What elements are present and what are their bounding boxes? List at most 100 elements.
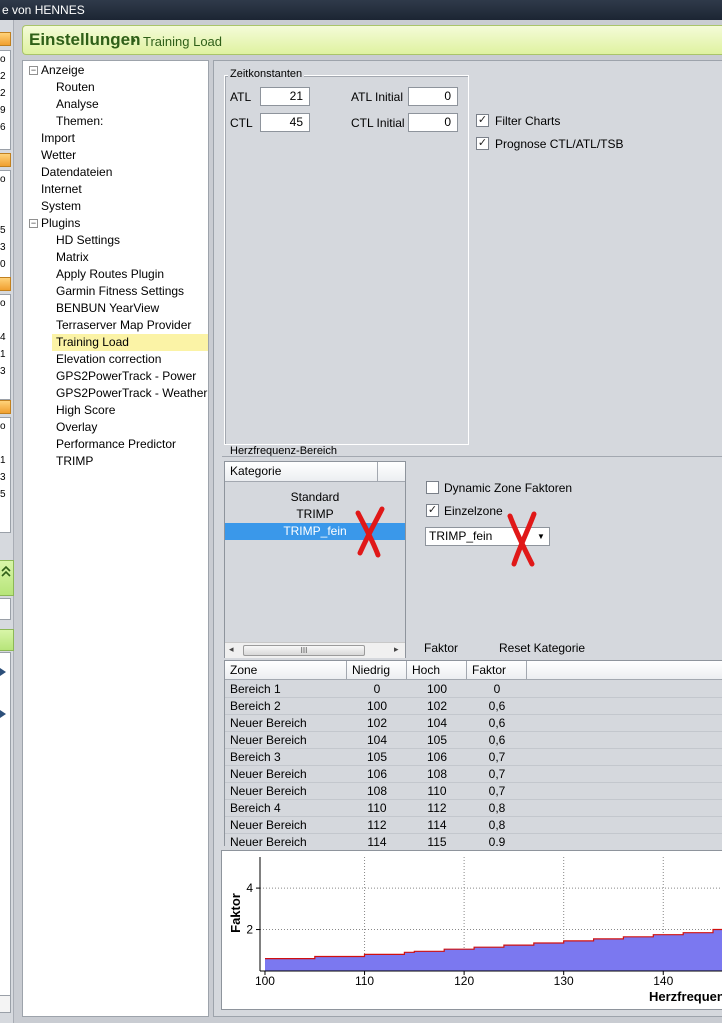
header-bullet: •: [132, 35, 136, 47]
column-header-high[interactable]: Hoch: [407, 661, 467, 680]
filter-charts-label: Filter Charts: [495, 114, 561, 128]
column-header-factor[interactable]: Faktor: [467, 661, 527, 680]
tree-item-performance-predictor[interactable]: Performance Predictor: [56, 436, 176, 453]
arrow-right-icon[interactable]: [0, 667, 8, 677]
tree-item-hd-settings[interactable]: HD Settings: [56, 232, 120, 249]
collapsed-tab[interactable]: [0, 400, 11, 414]
zone-low-cell: 106: [366, 767, 388, 781]
tree-item-matrix[interactable]: Matrix: [56, 249, 89, 266]
tree-item-gps2powertrack-weather[interactable]: GPS2PowerTrack - Weather: [56, 385, 207, 402]
tree-item-label: Analyse: [56, 97, 99, 111]
tree-item-overlay[interactable]: Overlay: [56, 419, 97, 436]
category-column-header[interactable]: Kategorie: [225, 462, 377, 482]
scroll-right-icon[interactable]: ▸: [394, 644, 399, 655]
tree-item-themen[interactable]: Themen:: [56, 113, 103, 130]
collapse-anzeige-toggle[interactable]: −: [29, 66, 38, 75]
prognose-checkbox[interactable]: ✓: [476, 137, 489, 150]
red-x-annotation: [507, 511, 537, 567]
y-axis-label: Faktor: [228, 893, 243, 933]
tree-item-analyse[interactable]: Analyse: [56, 96, 99, 113]
tree-item-training-load[interactable]: Training Load: [52, 334, 208, 351]
tree-item-label: Performance Predictor: [56, 437, 177, 451]
tree-item-label: High Score: [56, 403, 116, 417]
zone-factor-cell: 0,9: [488, 835, 506, 846]
window-title: e von HENNES: [2, 3, 85, 17]
collapse-up-button[interactable]: [0, 560, 14, 596]
collapsed-value-box: o 4 1 3: [0, 294, 11, 400]
zone-table-row[interactable]: Neuer Bereich 104 105 0,6: [225, 732, 722, 749]
zone-factor-cell: 0,8: [488, 801, 506, 815]
tree-item-elevation-correction[interactable]: Elevation correction: [56, 351, 161, 368]
category-column-header-extra[interactable]: [377, 462, 405, 482]
zone-table-row[interactable]: Neuer Bereich 102 104 0,6: [225, 715, 722, 732]
tree-item-garmin-fitness[interactable]: Garmin Fitness Settings: [56, 283, 184, 300]
x-axis-label: Herzfrequenz: [649, 989, 722, 1004]
dynamic-zone-checkbox[interactable]: [426, 481, 439, 494]
single-zone-checkbox[interactable]: ✓: [426, 504, 439, 517]
tree-item-terraserver[interactable]: Terraserver Map Provider: [56, 317, 191, 334]
tree-item-label: HD Settings: [56, 233, 121, 247]
tree-item-trimp[interactable]: TRIMP: [56, 453, 93, 470]
atl-input[interactable]: 21: [260, 87, 310, 106]
tree-item-anzeige[interactable]: Anzeige: [41, 62, 201, 79]
tree-item-system[interactable]: System: [41, 198, 81, 215]
tree-item-routen[interactable]: Routen: [56, 79, 95, 96]
zone-table-row[interactable]: Neuer Bereich 112 114 0,8: [225, 817, 722, 834]
zone-low-cell: 112: [367, 818, 387, 832]
zone-table-row[interactable]: Bereich 1 0 100 0: [225, 681, 722, 698]
collapse-plugins-toggle[interactable]: −: [29, 219, 38, 228]
atl-initial-input[interactable]: 0: [408, 87, 458, 106]
strip-value: 2: [0, 71, 6, 82]
tree-item-label: Import: [41, 131, 76, 145]
scroll-left-icon[interactable]: ◂: [229, 644, 234, 655]
zone-low-cell: 0: [373, 682, 381, 696]
column-header-zone[interactable]: Zone: [225, 661, 347, 680]
tree-item-wetter[interactable]: Wetter: [41, 147, 76, 164]
tree-item-datendateien[interactable]: Datendateien: [41, 164, 112, 181]
strip-value: o: [0, 54, 6, 65]
zone-low-cell: 104: [366, 733, 388, 747]
x-tick-label: 130: [554, 974, 574, 988]
reset-category-button[interactable]: Reset Kategorie: [499, 640, 585, 656]
column-header-low[interactable]: Niedrig: [347, 661, 407, 680]
collapsed-tab[interactable]: [0, 32, 11, 46]
tree-item-label: Internet: [41, 182, 82, 196]
zone-table-row[interactable]: Bereich 4 110 112 0,8: [225, 800, 722, 817]
category-list[interactable]: Kategorie Standard TRIMP TRIMP_fein ◂ II…: [224, 461, 406, 658]
zone-high-cell: 114: [427, 818, 447, 832]
zone-name-cell: Neuer Bereich: [230, 767, 307, 781]
strip-value: o: [0, 298, 6, 309]
zone-table-row[interactable]: Neuer Bereich 108 110 0,7: [225, 783, 722, 800]
tree-item-internet[interactable]: Internet: [41, 181, 82, 198]
zone-table-row[interactable]: Bereich 3 105 106 0,7: [225, 749, 722, 766]
arrow-right-icon[interactable]: [0, 709, 8, 719]
tree-item-apply-routes[interactable]: Apply Routes Plugin: [56, 266, 164, 283]
collapsed-tab[interactable]: [0, 277, 11, 291]
tree-item-benbun-yearview[interactable]: BENBUN YearView: [56, 300, 159, 317]
factor-button[interactable]: Faktor: [424, 640, 458, 656]
tree-item-import[interactable]: Import: [41, 130, 75, 147]
collapsed-button[interactable]: [0, 995, 11, 1013]
double-chevron-up-icon: [1, 565, 11, 577]
collapsed-green-tab[interactable]: [0, 629, 14, 651]
ctl-input[interactable]: 45: [260, 113, 310, 132]
tree-item-label: Garmin Fitness Settings: [56, 284, 185, 298]
tree-item-plugins[interactable]: Plugins: [41, 215, 80, 232]
collapsed-panel: [0, 598, 11, 620]
ctl-initial-input[interactable]: 0: [408, 113, 458, 132]
strip-value: 3: [0, 242, 6, 253]
tree-item-gps2powertrack-power[interactable]: GPS2PowerTrack - Power: [56, 368, 196, 385]
zone-name-cell: Neuer Bereich: [230, 716, 307, 730]
zone-table-row[interactable]: Neuer Bereich 106 108 0,7: [225, 766, 722, 783]
filter-charts-checkbox[interactable]: ✓: [476, 114, 489, 127]
scroll-thumb[interactable]: III: [243, 645, 365, 656]
zone-table-row[interactable]: Neuer Bereich 114 115 0,9: [225, 834, 722, 846]
red-x-annotation: [355, 506, 385, 558]
collapsed-tab[interactable]: [0, 153, 11, 167]
category-horizontal-scrollbar[interactable]: ◂ III ▸: [225, 642, 405, 658]
zone-high-cell: 112: [427, 801, 447, 815]
tree-item-high-score[interactable]: High Score: [56, 402, 115, 419]
y-tick-label: 4: [246, 881, 253, 895]
zone-name-cell: Bereich 1: [230, 682, 281, 696]
zone-table-row[interactable]: Bereich 2 100 102 0,6: [225, 698, 722, 715]
